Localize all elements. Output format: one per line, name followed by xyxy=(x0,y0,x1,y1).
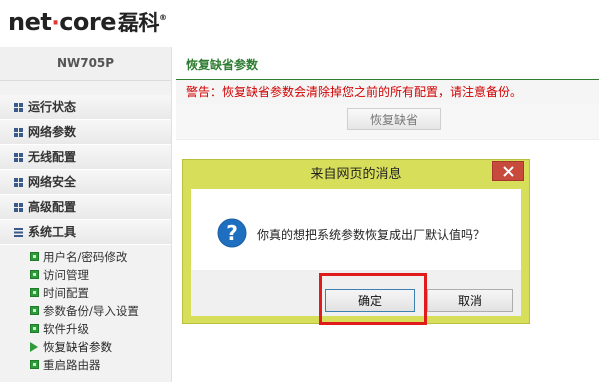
bullet-icon xyxy=(30,306,39,315)
dialog-title: 来自网页的消息 xyxy=(310,167,402,182)
submenu-item-access[interactable]: 访问管理 xyxy=(0,266,171,284)
cancel-button[interactable]: 取消 xyxy=(427,289,513,312)
bullet-icon xyxy=(30,360,39,369)
bullet-icon xyxy=(30,252,39,261)
svg-text:?: ? xyxy=(226,221,238,245)
confirm-dialog: 来自网页的消息 ? 你真的想把系统参数恢复成出厂默认值吗？ 确定 取消 xyxy=(182,159,530,325)
submenu-item-label: 恢复缺省参数 xyxy=(43,340,112,354)
sidebar-item-network[interactable]: 网络参数 xyxy=(0,120,171,145)
sidebar: NW705P 运行状态 网络参数 无线配置 网络安全 高级配置 系统工具 用户名… xyxy=(0,47,172,382)
dialog-body: ? 你真的想把系统参数恢复成出厂默认值吗？ xyxy=(191,189,521,270)
bullet-icon xyxy=(30,324,39,333)
sidebar-item-label: 高级配置 xyxy=(28,200,77,214)
close-icon xyxy=(503,166,514,177)
submenu-item-label: 参数备份/导入设置 xyxy=(43,304,139,318)
dialog-close-button[interactable] xyxy=(492,161,524,181)
sidebar-item-security[interactable]: 网络安全 xyxy=(0,170,171,195)
submenu-item-label: 重启路由器 xyxy=(43,358,101,372)
sidebar-item-label: 运行状态 xyxy=(28,100,77,114)
ok-button[interactable]: 确定 xyxy=(325,289,415,312)
netcore-logo: net·core磊科® xyxy=(8,8,167,36)
bullet-icon xyxy=(30,288,39,297)
sidebar-item-label: 网络安全 xyxy=(28,175,77,189)
submenu-item-reboot[interactable]: 重启路由器 xyxy=(0,356,171,374)
submenu-item-label: 访问管理 xyxy=(43,268,89,282)
system-tools-submenu: 用户名/密码修改 访问管理 时间配置 参数备份/导入设置 软件升级 恢复缺省参数 xyxy=(0,245,171,374)
sidebar-item-label: 系统工具 xyxy=(28,225,77,239)
sidebar-item-system-tools[interactable]: 系统工具 xyxy=(0,220,171,245)
grid-icon xyxy=(14,128,23,137)
grid-icon xyxy=(14,153,23,162)
grid-icon xyxy=(14,178,23,187)
submenu-item-backup[interactable]: 参数备份/导入设置 xyxy=(0,302,171,320)
list-icon xyxy=(14,228,23,237)
button-row: 恢复缺省 xyxy=(176,104,599,140)
header: net·core磊科® xyxy=(0,0,599,46)
grid-icon xyxy=(14,203,23,212)
question-icon: ? xyxy=(217,218,247,248)
page-title: 恢复缺省参数 xyxy=(176,47,599,80)
submenu-item-label: 用户名/密码修改 xyxy=(43,250,128,264)
sidebar-item-label: 网络参数 xyxy=(28,125,77,139)
router-admin-page: net·core磊科® NW705P 运行状态 网络参数 无线配置 网络安全 高… xyxy=(0,0,599,382)
device-model: NW705P xyxy=(0,47,171,81)
grid-icon xyxy=(14,103,23,112)
submenu-item-upgrade[interactable]: 软件升级 xyxy=(0,320,171,338)
restore-defaults-button[interactable]: 恢复缺省 xyxy=(347,108,441,130)
dialog-message: 你真的想把系统参数恢复成出厂默认值吗？ xyxy=(257,228,486,242)
submenu-item-password[interactable]: 用户名/密码修改 xyxy=(0,248,171,266)
sidebar-item-advanced[interactable]: 高级配置 xyxy=(0,195,171,220)
sidebar-item-label: 无线配置 xyxy=(28,150,77,164)
sidebar-item-status[interactable]: 运行状态 xyxy=(0,95,171,120)
submenu-item-label: 软件升级 xyxy=(43,322,89,336)
submenu-item-label: 时间配置 xyxy=(43,286,89,300)
play-arrow-icon xyxy=(30,342,38,352)
submenu-item-restore-defaults[interactable]: 恢复缺省参数 xyxy=(0,338,171,356)
submenu-item-time[interactable]: 时间配置 xyxy=(0,284,171,302)
warning-text: 警告：恢复缺省参数会清除掉您之前的所有配置，请注意备份。 xyxy=(176,80,599,104)
dialog-titlebar[interactable]: 来自网页的消息 xyxy=(183,160,529,189)
bullet-icon xyxy=(30,270,39,279)
sidebar-item-wireless[interactable]: 无线配置 xyxy=(0,145,171,170)
